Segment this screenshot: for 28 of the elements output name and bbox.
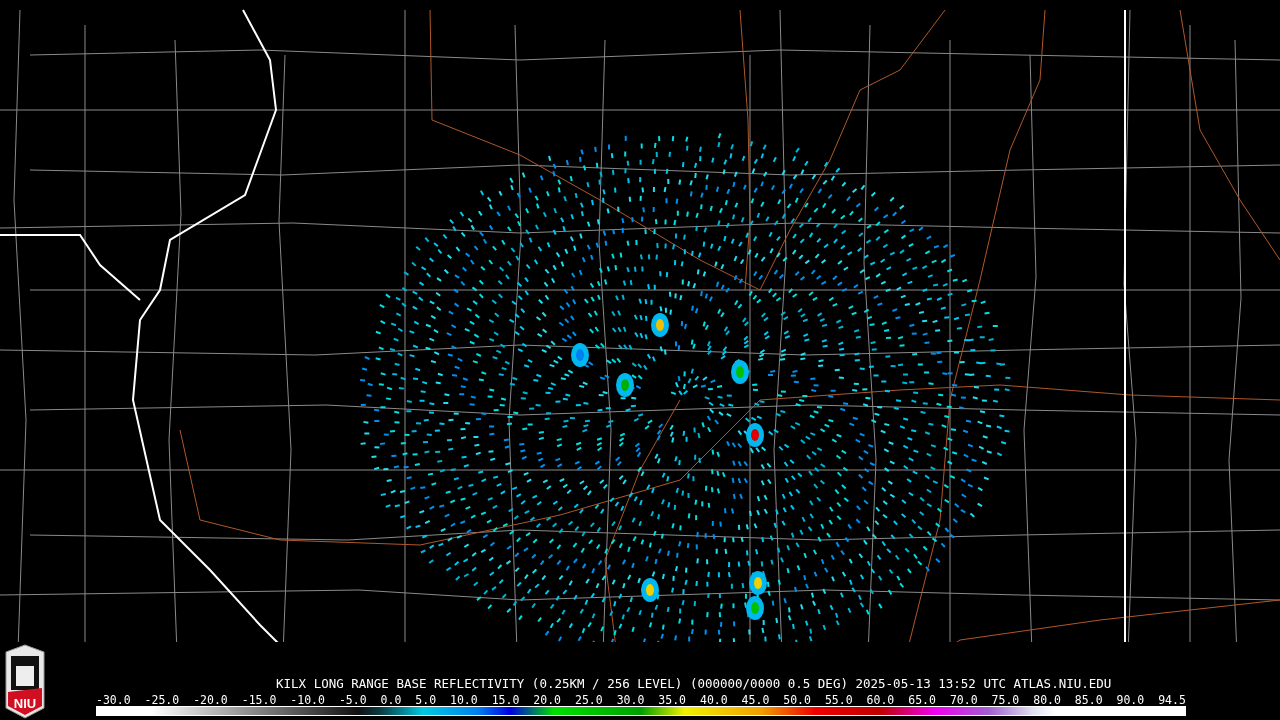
legend-tick-label: 40.0 (699, 694, 728, 706)
legend-tick-label: -10.0 (290, 694, 325, 706)
legend-tick-label: -15.0 (241, 694, 277, 706)
legend-tick-label: 15.0 (491, 694, 520, 706)
legend-tick-label: 70.0 (949, 694, 978, 706)
legend-tick-label: 30.0 (616, 694, 645, 706)
legend-tick-label: -20.0 (193, 694, 228, 706)
legend-tick-label: 20.0 (533, 694, 562, 706)
legend-tick-label: 94.5 (1158, 694, 1186, 706)
niu-logo: NIU (2, 644, 48, 720)
legend-tick-label: -25.0 (144, 694, 180, 706)
legend-tick-label: 80.0 (1033, 694, 1061, 706)
legend-tick-label: 65.0 (908, 694, 936, 706)
legend-tick-label: 35.0 (658, 694, 686, 706)
legend-tick-label: -5.0 (338, 694, 367, 706)
legend-tick-label: 5.0 (415, 694, 437, 706)
legend-tick-label: 55.0 (824, 694, 853, 706)
product-caption: KILX LONG RANGE BASE REFLECTIVITY (0.25KM / 256 LEVEL) (000000/0000 0.5 DEG) 2025-05-13 13:52 UTC ATLAS.NIU.EDU (276, 676, 1112, 692)
legend-tick-label: 25.0 (575, 694, 603, 706)
legend-tick-label: 45.0 (741, 694, 770, 706)
legend-tick-label: 90.0 (1116, 694, 1145, 706)
legend-tick-label: 60.0 (866, 694, 895, 706)
legend-tick-label: 10.0 (450, 694, 478, 706)
legend-tick-label: 75.0 (991, 694, 1020, 706)
legend-tick-label: 0.0 (380, 694, 402, 706)
legend-tick-label: -30.0 (96, 694, 131, 706)
legend-tick-label: 50.0 (783, 694, 811, 706)
legend-tick-label: 85.0 (1074, 694, 1103, 706)
